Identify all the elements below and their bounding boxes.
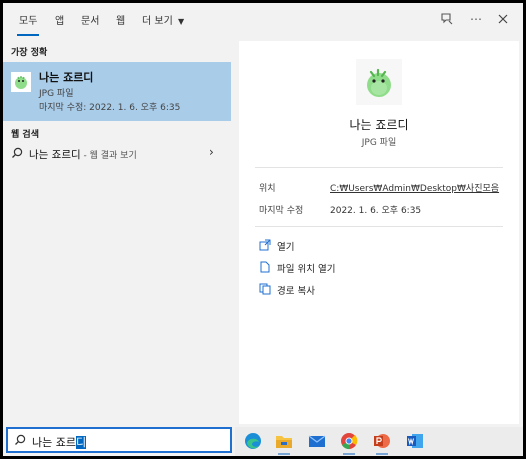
best-match-item[interactable]: 나는 죠르디 JPG 파일 마지막 수정: 2022. 1. 6. 오후 6:3…	[3, 62, 231, 121]
preview-image	[356, 59, 402, 105]
running-indicator	[343, 453, 355, 455]
web-query-text: 나는 죠르디	[29, 149, 81, 161]
taskbar	[235, 427, 523, 456]
search-window: 모두 앱 문서 웹 더 보기 ▼ ⋯ 가장 정확 나는 죠르디 JPG 파일 마…	[3, 3, 523, 456]
copy-path-label: 경로 복사	[277, 286, 315, 297]
chevron-down-icon: ▼	[177, 17, 185, 26]
tab-more-label: 더 보기	[142, 16, 173, 27]
open-file-location-label: 파일 위치 열기	[277, 264, 336, 275]
chrome-icon[interactable]	[339, 431, 359, 455]
preview-type: JPG 파일	[361, 138, 397, 148]
preview-title: 나는 죠르디	[349, 118, 409, 132]
web-search-item[interactable]: 나는 죠르디 - 웹 결과 보기 ›	[3, 143, 231, 167]
tab-all[interactable]: 모두	[16, 12, 40, 36]
location-label: 위치	[259, 184, 276, 194]
tab-apps[interactable]: 앱	[55, 12, 64, 27]
tab-web[interactable]: 웹	[116, 12, 125, 27]
word-icon[interactable]	[405, 431, 425, 451]
best-match-heading: 가장 정확	[11, 48, 48, 58]
more-options-icon[interactable]: ⋯	[468, 11, 484, 27]
running-indicator	[278, 453, 290, 455]
search-box[interactable]: 나는 죠르디	[6, 427, 232, 453]
close-icon[interactable]	[495, 11, 511, 27]
modified-label: 마지막 수정	[259, 206, 304, 216]
image-thumbnail-icon	[11, 72, 31, 92]
window-frame: 모두 앱 문서 웹 더 보기 ▼ ⋯ 가장 정확 나는 죠르디 JPG 파일 마…	[0, 0, 526, 459]
tab-bar: 모두 앱 문서 웹 더 보기 ▼ ⋯	[3, 3, 523, 37]
preview-pane: 나는 죠르디 JPG 파일 위치 C:₩Users₩Admin₩Desktop₩…	[239, 41, 519, 424]
search-input[interactable]: 나는 죠르디	[32, 434, 87, 450]
edge-icon[interactable]	[243, 431, 263, 451]
search-typed-text: 나는 죠르	[32, 436, 76, 449]
location-link[interactable]: C:₩Users₩Admin₩Desktop₩사진모음	[330, 181, 499, 194]
web-query-hint: - 웹 결과 보기	[80, 151, 137, 161]
open-label: 열기	[277, 242, 295, 253]
best-match-type: JPG 파일	[39, 89, 74, 99]
file-explorer-icon[interactable]	[274, 431, 294, 455]
divider	[255, 167, 503, 168]
modified-value: 2022. 1. 6. 오후 6:35	[330, 206, 422, 216]
running-indicator	[376, 453, 388, 455]
best-match-name: 나는 죠르디	[39, 71, 94, 84]
results-pane: 가장 정확 나는 죠르디 JPG 파일 마지막 수정: 2022. 1. 6. …	[3, 37, 231, 423]
tab-more[interactable]: 더 보기 ▼	[142, 12, 184, 27]
open-icon	[259, 239, 271, 251]
divider	[255, 226, 503, 227]
feedback-icon[interactable]	[439, 11, 455, 27]
web-search-heading: 웹 검색	[11, 130, 39, 140]
web-search-query: 나는 죠르디 - 웹 결과 보기	[29, 147, 137, 162]
powerpoint-icon[interactable]	[372, 431, 392, 455]
file-location-icon	[260, 261, 270, 273]
mail-icon[interactable]	[307, 431, 327, 451]
tab-documents[interactable]: 문서	[81, 12, 99, 27]
search-selected-text: 디	[75, 436, 87, 449]
best-match-date: 마지막 수정: 2022. 1. 6. 오후 6:35	[39, 103, 181, 113]
search-icon	[15, 434, 26, 445]
copy-icon	[259, 283, 271, 295]
search-icon	[12, 147, 23, 158]
chevron-right-icon[interactable]: ›	[209, 145, 214, 159]
